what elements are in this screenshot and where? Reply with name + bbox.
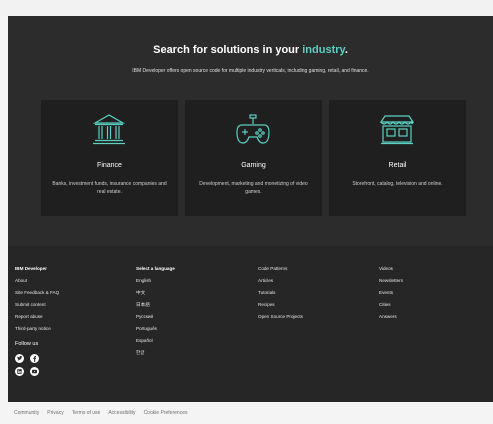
retail-card[interactable]: Retail Storefront, catalog, television a… <box>329 100 466 216</box>
footer-link-code-patterns[interactable]: Code Patterns <box>258 266 303 278</box>
language-option[interactable]: Português <box>136 326 175 338</box>
bottom-link-cookie-preferences[interactable]: Cookie Preferences <box>144 410 188 416</box>
footer-link-tutorials[interactable]: Tutorials <box>258 290 303 302</box>
footer-link-open-source[interactable]: Open Source Projects <box>258 314 303 326</box>
footer-column-language: Select a language English 中文 日本語 Русский… <box>136 266 175 362</box>
twitter-icon[interactable] <box>15 354 24 363</box>
bank-icon <box>92 114 126 145</box>
section-subtitle: IBM Developer offers open source code fo… <box>132 68 369 74</box>
language-option[interactable]: 中文 <box>136 290 175 302</box>
footer-link-cities[interactable]: Cities <box>379 302 403 314</box>
bottom-link-community[interactable]: Community <box>14 410 39 416</box>
language-option[interactable]: 日本語 <box>136 302 175 314</box>
site-footer: IBM Developer About Site Feedback & FAQ … <box>8 246 493 402</box>
language-heading: Select a language <box>136 266 175 271</box>
bottom-link-terms[interactable]: Terms of use <box>72 410 101 416</box>
card-description: Banks, investment funds, insurance compa… <box>52 181 167 195</box>
footer-column-media: Videos Newsletters Events Cities Answers <box>379 266 403 326</box>
social-row <box>15 367 59 376</box>
footer-link-feedback[interactable]: Site Feedback & FAQ <box>15 290 59 302</box>
card-title: Retail <box>388 162 407 169</box>
youtube-icon[interactable] <box>30 367 39 376</box>
footer-link-about[interactable]: About <box>15 278 59 290</box>
social-row <box>15 354 59 363</box>
legal-links-bar: Community Privacy Terms of use Accessibi… <box>8 402 493 424</box>
footer-column-about: IBM Developer About Site Feedback & FAQ … <box>15 266 59 376</box>
follow-us-label: Follow us <box>15 341 39 347</box>
card-title: Finance <box>97 162 122 169</box>
storefront-icon <box>379 115 415 145</box>
top-strip <box>0 0 493 16</box>
footer-link-third-party[interactable]: Third-party notice <box>15 326 59 338</box>
language-option[interactable]: English <box>136 278 175 290</box>
gaming-card[interactable]: Gaming Development, marketing and moneti… <box>185 100 322 216</box>
card-description: Storefront, catalog, television and onli… <box>352 181 443 187</box>
title-accent[interactable]: industry <box>302 44 345 56</box>
section-title: Search for solutions in your industry. <box>153 44 348 56</box>
footer-brand[interactable]: IBM Developer <box>15 266 59 278</box>
card-description: Development, marketing and monetizing of… <box>199 181 308 195</box>
language-option[interactable]: Русский <box>136 314 175 326</box>
language-option[interactable]: 한글 <box>136 350 175 362</box>
footer-column-content: Code Patterns Articles Tutorials Recipes… <box>258 266 303 326</box>
footer-link-answers[interactable]: Answers <box>379 314 403 326</box>
industry-section: Search for solutions in your industry. I… <box>8 16 493 246</box>
footer-link-videos[interactable]: Videos <box>379 266 403 278</box>
footer-link-events[interactable]: Events <box>379 290 403 302</box>
footer-link-submit[interactable]: Submit content <box>15 302 59 314</box>
footer-link-recipes[interactable]: Recipes <box>258 302 303 314</box>
bottom-link-privacy[interactable]: Privacy <box>47 410 63 416</box>
bottom-link-accessibility[interactable]: Accessibility <box>108 410 135 416</box>
footer-link-articles[interactable]: Articles <box>258 278 303 290</box>
card-title: Gaming <box>241 162 266 169</box>
footer-link-newsletters[interactable]: Newsletters <box>379 278 403 290</box>
footer-link-report-abuse[interactable]: Report abuse <box>15 314 59 326</box>
linkedin-icon[interactable] <box>15 367 24 376</box>
facebook-icon[interactable] <box>30 354 39 363</box>
finance-card[interactable]: Finance Banks, investment funds, insuran… <box>41 100 178 216</box>
language-option[interactable]: Español <box>136 338 175 350</box>
game-controller-icon <box>236 114 270 144</box>
